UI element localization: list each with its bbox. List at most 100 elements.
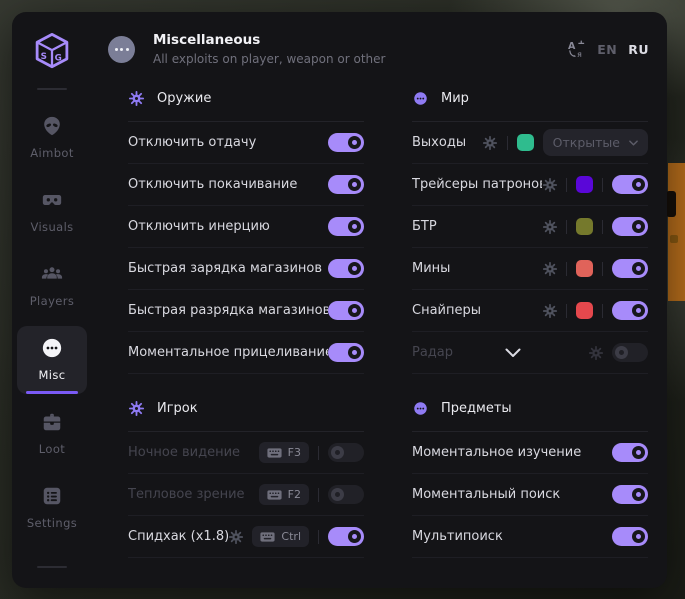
color-swatch[interactable]: [576, 218, 593, 235]
gear-icon[interactable]: [542, 261, 557, 276]
sidebar-item-settings[interactable]: Settings: [17, 474, 87, 542]
feature-label: Быстрая зарядка магазинов: [128, 261, 322, 276]
keyboard-icon: [267, 448, 282, 458]
keyboard-icon: [260, 532, 275, 542]
sidebar-item-players[interactable]: Players: [17, 252, 87, 320]
control-divider: [318, 488, 319, 502]
svg-text:A: A: [568, 41, 576, 52]
feature-row: Быстрая разрядка магазинов: [128, 290, 364, 332]
header-titles: Miscellaneous All exploits on player, we…: [153, 32, 385, 66]
toggle-switch-on[interactable]: [612, 301, 648, 320]
feature-label: Мультипоиск: [412, 529, 503, 544]
feature-row: Спидхак (x1.8)Ctrl: [128, 516, 364, 558]
toggle-switch-on[interactable]: [612, 175, 648, 194]
sidebar-item-label: Aimbot: [30, 146, 74, 160]
toggle-switch-on[interactable]: [612, 485, 648, 504]
svg-text:я: я: [577, 50, 582, 59]
feature-row: БТР: [412, 206, 648, 248]
color-swatch[interactable]: [576, 176, 593, 193]
page-subtitle: All exploits on player, weapon or other: [153, 52, 385, 66]
toggle-knob: [331, 488, 344, 501]
row-controls: Открытые: [483, 129, 648, 156]
select-dropdown[interactable]: Открытые: [543, 129, 648, 156]
color-swatch[interactable]: [576, 260, 593, 277]
hotkey-badge[interactable]: F2: [259, 484, 309, 505]
toggle-switch-on[interactable]: [328, 527, 364, 546]
toggle-knob: [632, 178, 645, 191]
page-title: Miscellaneous: [153, 32, 385, 48]
briefcase-icon: [41, 411, 63, 433]
section-items: ПредметыМоментальное изучениеМоментальны…: [412, 374, 648, 558]
row-controls: [328, 133, 364, 152]
toggle-knob: [348, 136, 361, 149]
hotkey-badge[interactable]: F3: [259, 442, 309, 463]
row-controls: F2: [259, 484, 364, 505]
gear-icon[interactable]: [542, 177, 557, 192]
gear-icon[interactable]: [483, 135, 498, 150]
toggle-switch-on[interactable]: [612, 527, 648, 546]
main-panel: Miscellaneous All exploits on player, we…: [92, 12, 667, 588]
keyboard-icon: [267, 490, 282, 500]
left-column: Оружие Отключить отдачу Отключить покачива…: [128, 70, 364, 558]
gear-icon[interactable]: [542, 219, 557, 234]
section-weapon: Оружие Отключить отдачу Отключить покачива…: [128, 70, 364, 374]
color-swatch[interactable]: [517, 134, 534, 151]
sidebar-item-label: Visuals: [30, 220, 73, 234]
feature-label: Отключить отдачу: [128, 135, 256, 150]
feature-label: Моментальное прицеливание: [128, 345, 328, 360]
feature-label: Радар: [412, 345, 453, 360]
feature-label: Отключить покачивание: [128, 177, 297, 192]
toggle-switch-off[interactable]: [328, 485, 364, 504]
feature-label: Отключить инерцию: [128, 219, 270, 234]
sidebar-item-visuals[interactable]: Visuals: [17, 178, 87, 246]
chevron-down-icon[interactable]: [505, 348, 521, 358]
toggle-switch-off[interactable]: [612, 343, 648, 362]
row-controls: [542, 259, 648, 278]
control-divider: [318, 446, 319, 460]
gear-icon[interactable]: [228, 529, 243, 544]
row-controls: Ctrl: [228, 526, 364, 547]
language-switcher: A я EN RU: [567, 40, 651, 59]
dropdown-value: Открытые: [553, 135, 620, 150]
toggle-switch-on[interactable]: [328, 175, 364, 194]
section-header: Мир: [412, 70, 648, 121]
toggle-knob: [632, 446, 645, 459]
toggle-switch-on[interactable]: [328, 217, 364, 236]
feature-label: Быстрая разрядка магазинов: [128, 303, 328, 318]
gear-icon[interactable]: [588, 345, 603, 360]
toggle-switch-on[interactable]: [612, 259, 648, 278]
color-swatch[interactable]: [576, 302, 593, 319]
toggle-switch-on[interactable]: [328, 259, 364, 278]
toggle-switch-on[interactable]: [612, 217, 648, 236]
toggle-switch-on[interactable]: [328, 301, 364, 320]
section-header: Оружие: [128, 70, 364, 121]
section-title: Оружие: [157, 91, 211, 106]
toggle-switch-on[interactable]: [328, 133, 364, 152]
toggle-knob: [348, 220, 361, 233]
toggle-knob: [348, 530, 361, 543]
lang-ru-button[interactable]: RU: [628, 42, 649, 57]
list-settings-icon: [41, 485, 63, 507]
section-title: Игрок: [157, 401, 198, 416]
control-divider: [566, 178, 567, 192]
content-columns: Оружие Отключить отдачу Отключить покачива…: [92, 70, 667, 558]
sidebar-item-loot[interactable]: Loot: [17, 400, 87, 468]
sidebar-item-aimbot[interactable]: Aimbot: [17, 104, 87, 172]
section-title: Предметы: [441, 401, 512, 416]
translate-icon[interactable]: A я: [567, 40, 586, 59]
toggle-switch-on[interactable]: [612, 443, 648, 462]
vr-goggles-icon: [41, 189, 63, 211]
hotkey-badge[interactable]: Ctrl: [252, 526, 309, 547]
toggle-switch-on[interactable]: [328, 343, 364, 362]
control-divider: [566, 262, 567, 276]
svg-text:S: S: [41, 52, 47, 62]
app-logo-cube-icon: S G: [31, 30, 73, 72]
feature-row: Моментальный поиск: [412, 474, 648, 516]
sidebar-item-label: Misc: [38, 368, 65, 382]
cheat-window: S G Aimbot Visuals Players Misc LootSettings…: [12, 12, 667, 588]
toggle-switch-off[interactable]: [328, 443, 364, 462]
sidebar-item-misc[interactable]: Misc: [17, 326, 87, 394]
lang-en-button[interactable]: EN: [597, 42, 617, 57]
gear-icon[interactable]: [542, 303, 557, 318]
alien-icon: [41, 115, 63, 137]
